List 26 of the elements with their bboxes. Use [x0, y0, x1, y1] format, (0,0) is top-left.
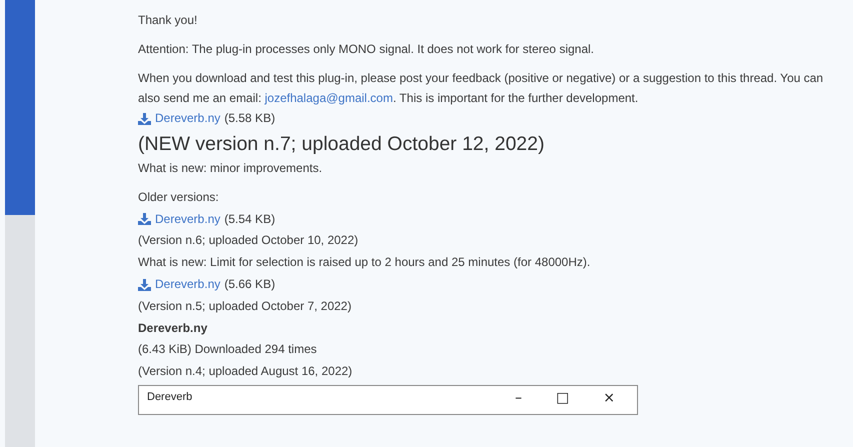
file-size: (5.58 KB) [224, 110, 276, 127]
post-text: Attention: The plug-in processes only MONO signal. It does not work for stereo signal. [138, 41, 594, 58]
post-text: What is new: minor improvements. [138, 160, 322, 177]
window-title: Dereverb [147, 390, 192, 403]
post-text: (Version n.5; uploaded October 7, 2022) [138, 298, 352, 315]
file-size: (5.54 KB) [224, 210, 276, 228]
window-control[interactable]: × [599, 390, 619, 405]
window-control[interactable]: □ [552, 390, 574, 405]
window-control[interactable]: – [511, 390, 526, 405]
email-link[interactable]: jozefhalaga@gmail.com [264, 91, 393, 105]
file-title: Dereverb.ny [138, 320, 208, 337]
post-text: Older versions: [138, 188, 219, 206]
post-text: (Version n.6; uploaded October 10, 2022) [138, 232, 358, 250]
file-size: (5.66 KB) [224, 276, 276, 293]
file-link[interactable]: Dereverb.ny [155, 108, 220, 130]
file-link[interactable]: Dereverb.ny [155, 208, 220, 230]
post-text: (Version n.4; uploaded August 16, 2022) [138, 363, 352, 380]
post-text: What is new: Limit for selection is raised up to 2 hours and 25 minutes (for 48000Hz). [138, 254, 590, 272]
post-text: (6.43 KiB) Downloaded 294 times [138, 341, 317, 358]
version-heading: (NEW version n.7; uploaded October 12, 2022) [138, 132, 544, 157]
download-icon [138, 213, 151, 226]
post-text: Thank you! [138, 12, 198, 29]
file-link[interactable]: Dereverb.ny [155, 274, 220, 296]
post-text: When you download and test this plug-in, please post your feedback (positive or negative) or a suggestion to this thread. You can also send me an email: jozefhalaga@gmail.com. This is important for the further development. [138, 70, 824, 107]
download-icon [138, 278, 151, 291]
download-icon [138, 112, 151, 125]
